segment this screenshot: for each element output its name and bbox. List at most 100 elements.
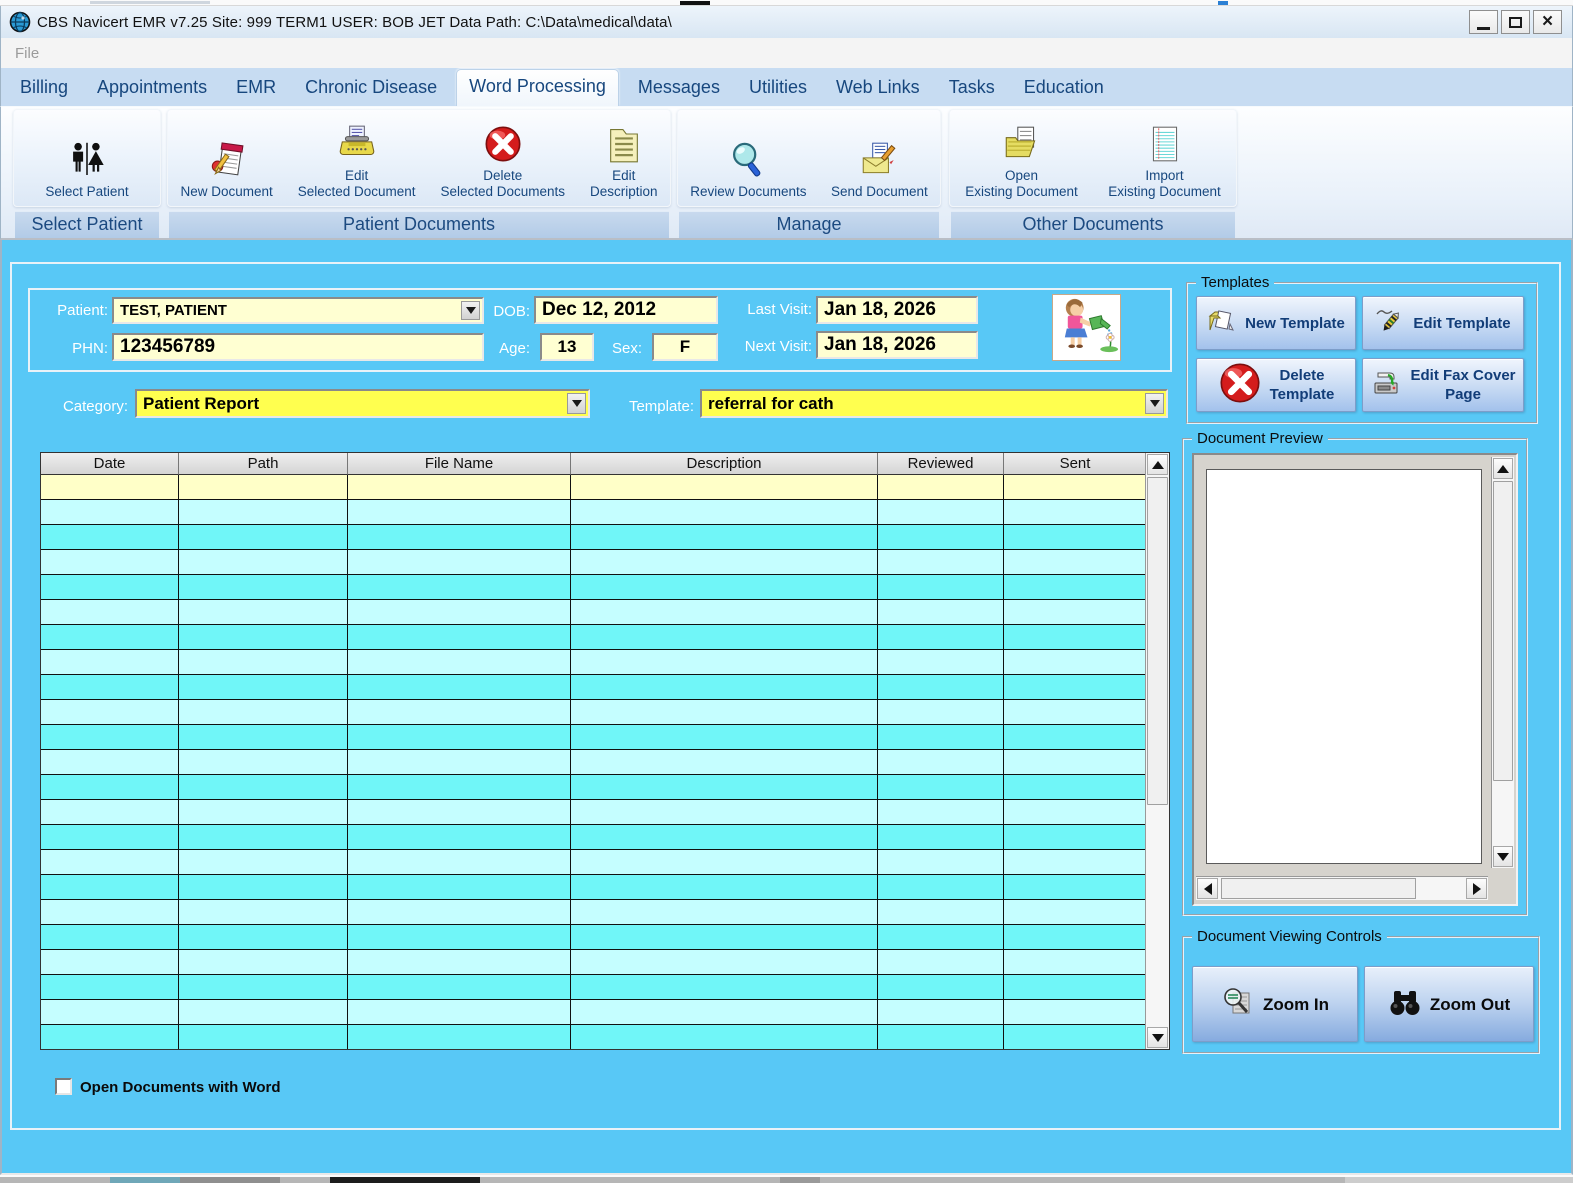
select-patient-button[interactable]: Select Patient xyxy=(39,110,134,206)
minimize-button[interactable] xyxy=(1469,10,1498,34)
column-header-sent[interactable]: Sent xyxy=(1004,453,1147,475)
tab-appointments[interactable]: Appointments xyxy=(87,71,217,106)
delete-template-button[interactable]: Delete Template xyxy=(1196,358,1356,412)
template-dropdown-button[interactable] xyxy=(1145,393,1164,414)
tab-utilities[interactable]: Utilities xyxy=(739,71,817,106)
scroll-up-button[interactable] xyxy=(1147,454,1168,475)
arrow-down-icon xyxy=(1497,852,1509,861)
table-row[interactable] xyxy=(41,625,1147,650)
table-row[interactable] xyxy=(41,1000,1147,1025)
preview-vscroll-thumb[interactable] xyxy=(1493,481,1513,781)
preview-scroll-left-button[interactable] xyxy=(1197,878,1218,899)
table-row[interactable] xyxy=(41,875,1147,900)
chevron-down-icon xyxy=(1149,400,1160,407)
tab-web-links[interactable]: Web Links xyxy=(826,71,930,106)
menu-file[interactable]: File xyxy=(15,45,39,62)
new-template-button[interactable]: New Template xyxy=(1196,296,1356,350)
tab-education[interactable]: Education xyxy=(1014,71,1114,106)
preview-vertical-scrollbar[interactable] xyxy=(1491,457,1514,868)
table-row[interactable] xyxy=(41,750,1147,775)
table-row[interactable] xyxy=(41,825,1147,850)
edit-fax-cover-button[interactable]: Edit Fax Cover Page xyxy=(1362,358,1524,412)
tab-messages[interactable]: Messages xyxy=(628,71,730,106)
column-header-description[interactable]: Description xyxy=(571,453,878,475)
edit-template-button[interactable]: Edit Template xyxy=(1362,296,1524,350)
table-row[interactable] xyxy=(41,975,1147,1000)
tab-billing[interactable]: Billing xyxy=(10,71,78,106)
button-label: Edit xyxy=(344,168,369,183)
edit-description-button[interactable]: Edit Description xyxy=(584,110,664,206)
preview-scroll-down-button[interactable] xyxy=(1493,846,1513,867)
table-cell xyxy=(41,625,179,650)
preview-scroll-up-button[interactable] xyxy=(1493,458,1513,479)
last-visit-field[interactable]: Jan 18, 2026 xyxy=(816,296,978,324)
open-existing-document-button[interactable]: Open Existing Document xyxy=(959,110,1084,206)
table-row[interactable] xyxy=(41,525,1147,550)
preview-scroll-right-button[interactable] xyxy=(1466,878,1487,899)
table-row[interactable] xyxy=(41,900,1147,925)
table-row[interactable] xyxy=(41,1025,1147,1049)
tab-chronic-disease[interactable]: Chronic Disease xyxy=(295,71,447,106)
phn-field[interactable]: 123456789 xyxy=(112,333,484,361)
column-header-reviewed[interactable]: Reviewed xyxy=(878,453,1004,475)
table-row[interactable] xyxy=(41,550,1147,575)
table-row[interactable] xyxy=(41,575,1147,600)
table-row[interactable] xyxy=(41,650,1147,675)
ribbon-group-label: Patient Documents xyxy=(169,211,669,238)
table-cell xyxy=(179,600,348,625)
patient-dropdown-button[interactable] xyxy=(461,301,480,320)
preview-horizontal-scrollbar[interactable] xyxy=(1196,876,1488,900)
table-cell xyxy=(1004,750,1147,775)
new-document-button[interactable]: New Document xyxy=(174,110,278,206)
binoculars-icon xyxy=(1388,987,1422,1022)
screen: CBS Navicert EMR v7.25 Site: 999 TERM1 U… xyxy=(0,0,1573,1183)
sex-label: Sex: xyxy=(611,340,642,357)
send-document-button[interactable]: Send Document xyxy=(825,110,934,206)
category-dropdown-button[interactable] xyxy=(567,393,586,414)
review-documents-button[interactable]: Review Documents xyxy=(684,110,812,206)
tab-word-processing[interactable]: Word Processing xyxy=(456,69,619,106)
close-button[interactable]: × xyxy=(1533,10,1562,34)
tab-tasks[interactable]: Tasks xyxy=(939,71,1005,106)
next-visit-field[interactable]: Jan 18, 2026 xyxy=(816,331,978,359)
title-bar[interactable]: CBS Navicert EMR v7.25 Site: 999 TERM1 U… xyxy=(0,6,1573,38)
table-row[interactable] xyxy=(41,725,1147,750)
table-cell xyxy=(41,600,179,625)
table-row[interactable] xyxy=(41,850,1147,875)
tab-emr[interactable]: EMR xyxy=(226,71,286,106)
open-with-word-checkbox[interactable] xyxy=(55,1078,72,1095)
table-row[interactable] xyxy=(41,600,1147,625)
zoom-in-button[interactable]: Zoom In xyxy=(1192,966,1358,1042)
scrollbar-thumb[interactable] xyxy=(1147,477,1168,805)
scroll-down-button[interactable] xyxy=(1147,1027,1168,1048)
table-row[interactable] xyxy=(41,700,1147,725)
column-header-file-name[interactable]: File Name xyxy=(348,453,571,475)
column-header-path[interactable]: Path xyxy=(179,453,348,475)
patient-name-dropdown[interactable]: TEST, PATIENT xyxy=(112,297,484,324)
zoom-out-button[interactable]: Zoom Out xyxy=(1364,966,1534,1042)
ribbon-group-manage: Review Documents Send Document Manage xyxy=(677,107,941,239)
table-scrollbar[interactable] xyxy=(1145,453,1169,1049)
maximize-button[interactable] xyxy=(1501,10,1530,34)
table-row[interactable] xyxy=(41,500,1147,525)
button-label: Import xyxy=(1145,168,1184,183)
edit-selected-document-button[interactable]: Edit Selected Document xyxy=(292,110,422,206)
delete-selected-documents-button[interactable]: Delete Selected Documents xyxy=(434,110,571,206)
template-dropdown[interactable]: referral for cath xyxy=(700,389,1168,418)
table-row[interactable] xyxy=(41,675,1147,700)
table-row[interactable] xyxy=(41,950,1147,975)
table-row[interactable] xyxy=(41,475,1147,500)
table-row[interactable] xyxy=(41,800,1147,825)
sex-field[interactable]: F xyxy=(652,333,718,361)
import-existing-document-button[interactable]: Import Existing Document xyxy=(1102,110,1227,206)
table-cell xyxy=(1004,775,1147,800)
column-header-date[interactable]: Date xyxy=(41,453,179,475)
table-cell xyxy=(878,700,1004,725)
category-dropdown[interactable]: Patient Report xyxy=(135,389,590,418)
dob-field[interactable]: Dec 12, 2012 xyxy=(534,296,718,324)
preview-hscroll-thumb[interactable] xyxy=(1221,878,1416,899)
age-field[interactable]: 13 xyxy=(540,333,594,361)
table-cell xyxy=(1004,625,1147,650)
table-row[interactable] xyxy=(41,775,1147,800)
table-row[interactable] xyxy=(41,925,1147,950)
